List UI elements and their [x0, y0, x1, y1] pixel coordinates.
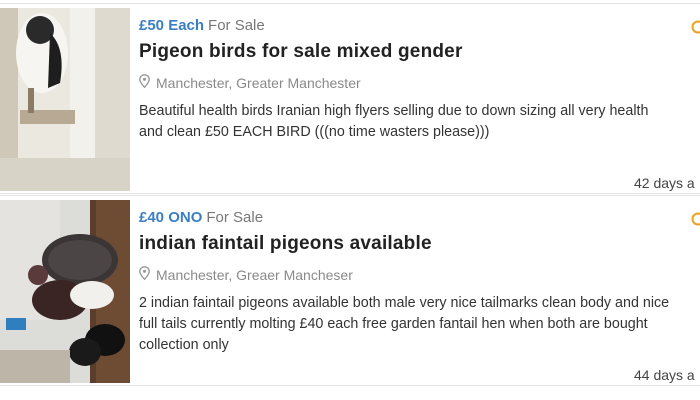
- price-label: £40 ONO: [139, 209, 203, 226]
- listing-thumbnail[interactable]: [0, 8, 130, 191]
- price-line: £40 ONO For Sale: [139, 209, 263, 227]
- location-line: Manchester, Greater Manchester: [139, 74, 361, 91]
- price-line: £50 Each For Sale: [139, 17, 265, 35]
- favourite-star-icon[interactable]: [691, 212, 700, 226]
- listing-card[interactable]: £50 Each For Sale Pigeon birds for sale m…: [0, 3, 700, 194]
- listing-card[interactable]: £40 ONO For Sale indian faintail pigeons …: [0, 195, 700, 386]
- favourite-star-icon[interactable]: [691, 20, 700, 34]
- location-line: Manchester, Greaer Mancheser: [139, 266, 353, 283]
- posted-age-label: 44 days a: [634, 367, 695, 383]
- listing-type-label: For Sale: [206, 209, 264, 226]
- listing-title[interactable]: Pigeon birds for sale mixed gender: [139, 41, 463, 63]
- price-label: £50 Each: [139, 17, 205, 34]
- listing-description: Beautiful health birds Iranian high flye…: [139, 103, 649, 140]
- listing-description: 2 indian faintail pigeons available both…: [139, 295, 670, 353]
- map-pin-icon: [139, 74, 150, 91]
- listing-title[interactable]: indian faintail pigeons available: [139, 233, 432, 255]
- location-label: Manchester, Greaer Mancheser: [156, 266, 353, 283]
- map-pin-icon: [139, 266, 150, 283]
- posted-age-label: 42 days a: [634, 175, 695, 191]
- listing-thumbnail[interactable]: [0, 200, 130, 383]
- location-label: Manchester, Greater Manchester: [156, 74, 361, 91]
- listing-type-label: For Sale: [208, 17, 265, 34]
